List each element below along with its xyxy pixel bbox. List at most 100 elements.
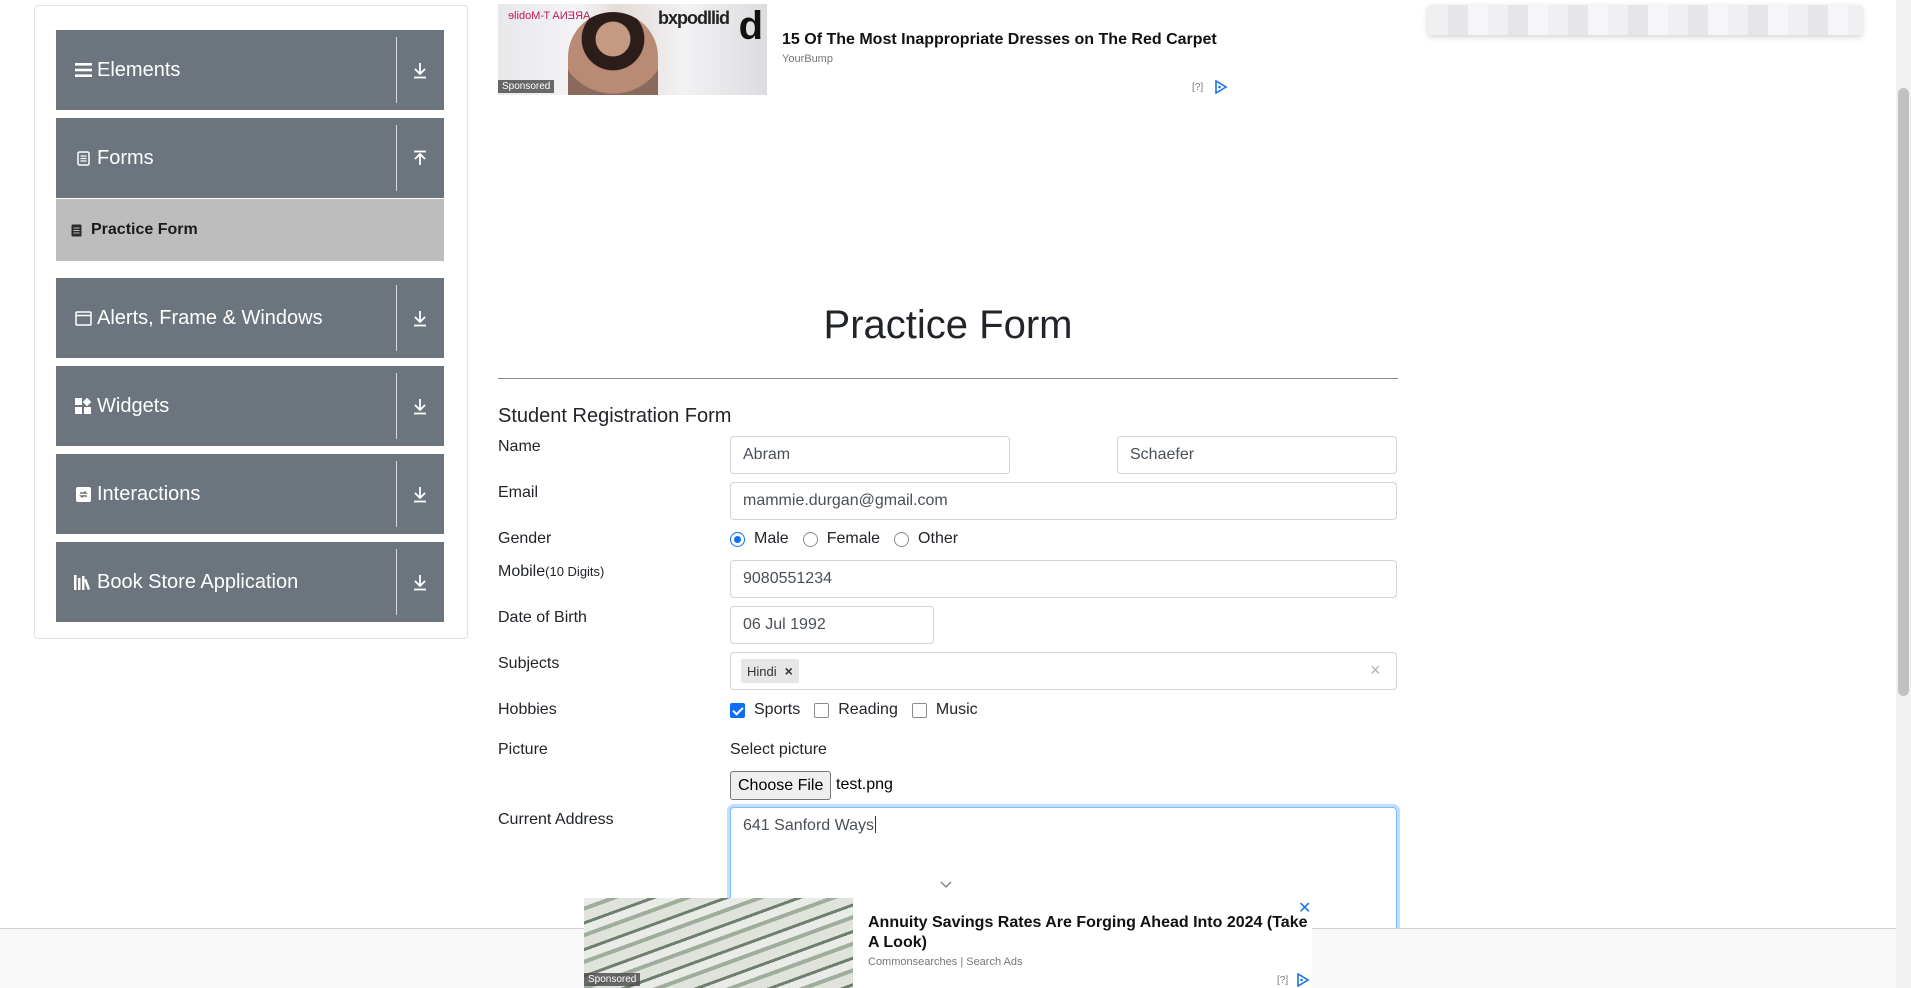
- mobile-hint: (10 Digits): [545, 564, 605, 579]
- subjects-label: Subjects: [498, 655, 560, 672]
- subject-tag-label: Hindi: [747, 663, 777, 679]
- divider: [396, 461, 397, 527]
- gender-option-label: Female: [826, 530, 881, 547]
- page-title: Practice Form: [823, 303, 1073, 347]
- sidebar-group-label: Alerts, Frame & Windows: [97, 306, 323, 329]
- selected-file-name: test.png: [836, 776, 893, 793]
- hobby-option-label: Music: [935, 701, 978, 718]
- ad-banner-top[interactable]: ARENA T-Mobile bxpodllid d Sponsored 15 …: [498, 4, 1228, 96]
- first-name-input[interactable]: Abram: [730, 436, 1010, 474]
- ad-banner-right[interactable]: [1428, 5, 1862, 35]
- remove-tag-icon[interactable]: ×: [785, 663, 799, 679]
- gender-other-option[interactable]: Other: [894, 530, 958, 548]
- ad-banner-bottom[interactable]: Sponsored Annuity Savings Rates Are Forg…: [584, 898, 1312, 988]
- ad-help-link[interactable]: [?]: [1192, 82, 1203, 93]
- hamburger-icon: [73, 60, 93, 80]
- hobby-reading-option[interactable]: Reading: [814, 701, 898, 719]
- subjects-input[interactable]: [730, 652, 1397, 690]
- ad-source[interactable]: Commonsearches | Search Ads: [868, 956, 1022, 968]
- sidebar-group-label: Forms: [97, 146, 154, 169]
- hobby-music-checkbox[interactable]: [911, 702, 927, 718]
- download-arrow-icon[interactable]: [411, 309, 429, 327]
- divider: [396, 549, 397, 615]
- sidebar-group-label: Book Store Application: [97, 570, 299, 593]
- hobby-option-label: Sports: [754, 701, 801, 718]
- adchoices-icon[interactable]: [1214, 80, 1228, 94]
- divider: [396, 373, 397, 439]
- sidebar-group-label: Widgets: [97, 394, 170, 417]
- ad-image[interactable]: Sponsored: [584, 898, 853, 988]
- ad-help-link[interactable]: [?]: [1277, 975, 1288, 986]
- scrollbar-thumb[interactable]: [1898, 88, 1909, 696]
- sidebar-item-label: Practice Form: [91, 221, 198, 238]
- download-arrow-icon[interactable]: [411, 397, 429, 415]
- hobbies-checkbox-group: Sports Reading Music: [730, 701, 992, 719]
- divider: [396, 125, 397, 191]
- ad-image-text: bxpodllid: [658, 8, 730, 28]
- hobby-music-option[interactable]: Music: [911, 701, 978, 719]
- chevron-down-icon[interactable]: [938, 877, 954, 893]
- sidebar-group-alerts[interactable]: Alerts, Frame & Windows: [56, 278, 444, 358]
- hobby-sports-option[interactable]: Sports: [730, 701, 800, 719]
- sidebar: Elements Forms Practice Form Alerts, Fra…: [34, 5, 468, 639]
- sidebar-group-forms[interactable]: Forms: [56, 118, 444, 198]
- close-icon[interactable]: ✕: [1298, 898, 1311, 918]
- gender-female-radio[interactable]: [802, 531, 818, 547]
- ad-source[interactable]: YourBump: [782, 53, 833, 65]
- gender-other-radio[interactable]: [894, 531, 910, 547]
- date-of-birth-input[interactable]: 06 Jul 1992: [730, 606, 934, 644]
- divider: [498, 378, 1398, 379]
- gender-option-label: Male: [754, 530, 789, 547]
- sidebar-group-label: Interactions: [97, 482, 201, 505]
- hobby-sports-checkbox[interactable]: [730, 702, 745, 718]
- download-arrow-icon[interactable]: [411, 485, 429, 503]
- ad-image[interactable]: ARENA T-Mobile bxpodllid d Sponsored: [498, 4, 767, 95]
- window-icon: [73, 308, 93, 328]
- gender-radio-group: Male Female Other: [730, 530, 972, 548]
- download-arrow-icon[interactable]: [411, 573, 429, 591]
- adchoices-icon[interactable]: [1296, 973, 1310, 987]
- gender-male-option[interactable]: Male: [730, 530, 789, 548]
- hobby-reading-checkbox[interactable]: [814, 702, 830, 718]
- sidebar-group-label: Elements: [97, 58, 181, 81]
- current-address-value: 641 Sanford Ways: [743, 817, 875, 834]
- mobile-input[interactable]: 9080551234: [730, 560, 1397, 598]
- ad-title[interactable]: Annuity Savings Rates Are Forging Ahead …: [868, 913, 1308, 953]
- hobby-option-label: Reading: [838, 701, 898, 718]
- sponsored-badge: Sponsored: [584, 973, 641, 986]
- form-icon: [71, 223, 84, 237]
- sidebar-group-book-store[interactable]: Book Store Application: [56, 542, 444, 622]
- widgets-icon: [73, 396, 93, 416]
- email-label: Email: [498, 484, 539, 501]
- sidebar-group-interactions[interactable]: Interactions: [56, 454, 444, 534]
- mobile-label: Mobile(10 Digits): [498, 563, 604, 581]
- subject-tag: Hindi ×: [741, 659, 799, 683]
- email-input[interactable]: mammie.durgan@gmail.com: [730, 482, 1397, 520]
- gender-option-label: Other: [918, 530, 959, 547]
- hobbies-label: Hobbies: [498, 701, 557, 718]
- choose-file-button[interactable]: Choose File: [730, 771, 832, 800]
- upload-arrow-icon[interactable]: [411, 149, 429, 167]
- text-caret: [875, 816, 877, 833]
- current-address-label: Current Address: [498, 811, 614, 828]
- scrollbar[interactable]: [1896, 0, 1911, 988]
- gender-male-radio[interactable]: [730, 531, 745, 547]
- gender-female-option[interactable]: Female: [802, 530, 881, 548]
- interactions-icon: [73, 484, 93, 504]
- sponsored-badge: Sponsored: [498, 80, 555, 93]
- download-arrow-icon[interactable]: [411, 61, 429, 79]
- books-icon: [73, 572, 93, 592]
- document-icon: [73, 148, 93, 168]
- ad-photo-person: [568, 12, 658, 95]
- clear-subjects-icon[interactable]: ×: [1370, 660, 1381, 681]
- picture-label: Picture: [498, 741, 548, 758]
- sidebar-item-practice-form[interactable]: Practice Form: [56, 199, 444, 261]
- gender-label: Gender: [498, 530, 552, 547]
- divider: [396, 37, 397, 103]
- select-picture-label: Select picture: [730, 741, 827, 758]
- ad-image-text: d: [738, 4, 763, 48]
- sidebar-group-elements[interactable]: Elements: [56, 30, 444, 110]
- ad-title[interactable]: 15 Of The Most Inappropriate Dresses on …: [782, 31, 1217, 49]
- last-name-input[interactable]: Schaefer: [1117, 436, 1397, 474]
- sidebar-group-widgets[interactable]: Widgets: [56, 366, 444, 446]
